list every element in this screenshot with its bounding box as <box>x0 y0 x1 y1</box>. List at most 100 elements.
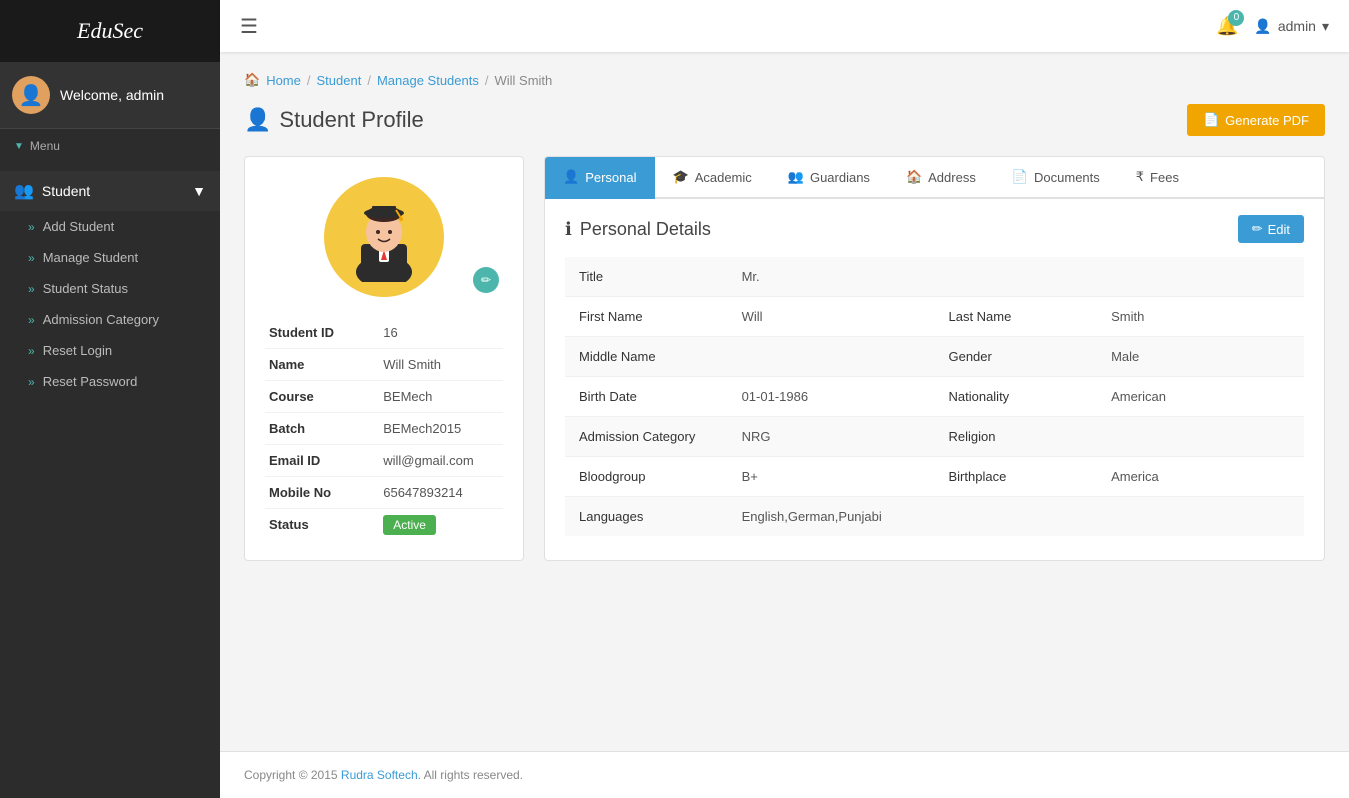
student-avatar-wrap: ✏ <box>265 177 503 297</box>
student-name-value: Will Smith <box>379 349 503 381</box>
status-badge: Active <box>383 515 436 535</box>
personal-details-header: ℹ Personal Details ✏ Edit <box>565 215 1304 243</box>
breadcrumb-manage[interactable]: Manage Students <box>377 73 479 88</box>
tab-fees[interactable]: ₹ Fees <box>1118 157 1197 199</box>
personal-details-content: ℹ Personal Details ✏ Edit Title <box>545 199 1324 552</box>
tab-guardians-label: Guardians <box>810 170 870 185</box>
field-value-birthplace: America <box>1097 457 1304 497</box>
bullet-icon: » <box>28 344 35 358</box>
table-row: Title Mr. <box>565 257 1304 297</box>
student-mobile-value: 65647893214 <box>379 477 503 509</box>
user-icon: 👤 <box>1254 18 1271 35</box>
field-label-firstname: First Name <box>565 297 728 337</box>
sidebar-item-reset-login[interactable]: » Reset Login <box>0 335 220 366</box>
edit-icon: ✏ <box>1252 221 1263 237</box>
field-value-title: Mr. <box>728 257 935 297</box>
personal-details-title-text: Personal Details <box>580 219 711 240</box>
student-info-table: Student ID 16 Name Will Smith Course BEM… <box>265 317 503 540</box>
breadcrumb-current: Will Smith <box>494 73 552 88</box>
tab-academic[interactable]: 🎓 Academic <box>655 157 770 199</box>
personal-icon: 👤 <box>563 169 579 185</box>
student-avatar-svg <box>339 192 429 282</box>
table-row: Middle Name Gender Male <box>565 337 1304 377</box>
notification-bell-button[interactable]: 🔔 0 <box>1216 16 1238 37</box>
generate-pdf-button[interactable]: 📄 Generate PDF <box>1187 104 1325 136</box>
app-logo: EduSec <box>0 0 220 62</box>
sidebar-item-manage-student[interactable]: » Manage Student <box>0 242 220 273</box>
student-section-label: Student <box>42 183 90 199</box>
student-mobile-label: Mobile No <box>265 477 379 509</box>
footer-copyright: Copyright © 2015 <box>244 768 338 782</box>
tab-documents-label: Documents <box>1034 170 1100 185</box>
main-area: ☰ 🔔 0 👤 admin ▾ 🏠 Home / Student / Manag… <box>220 0 1349 798</box>
footer-rights: All rights reserved. <box>424 768 523 782</box>
generate-pdf-label: Generate PDF <box>1225 113 1309 128</box>
sidebar-item-label: Admission Category <box>43 312 159 327</box>
tab-address[interactable]: 🏠 Address <box>888 157 994 199</box>
field-value-bloodgroup: B+ <box>728 457 935 497</box>
page-title-text: Student Profile <box>279 107 423 133</box>
student-avatar <box>324 177 444 297</box>
sidebar-item-add-student[interactable]: » Add Student <box>0 211 220 242</box>
table-row: Status Active <box>265 509 503 541</box>
field-value-religion <box>1097 417 1304 457</box>
footer-company-link[interactable]: Rudra Softech. <box>341 768 421 782</box>
sidebar-username: Welcome, admin <box>60 87 164 103</box>
academic-icon: 🎓 <box>673 169 689 185</box>
menu-label-text: Menu <box>30 139 60 153</box>
fees-icon: ₹ <box>1136 169 1144 185</box>
field-value-languages: English,German,Punjabi <box>728 497 1304 537</box>
breadcrumb-sep3: / <box>485 73 489 88</box>
bullet-icon: » <box>28 375 35 389</box>
sidebar-item-admission-category[interactable]: » Admission Category <box>0 304 220 335</box>
guardians-icon: 👥 <box>788 169 804 185</box>
field-value-admission-category: NRG <box>728 417 935 457</box>
field-label-religion: Religion <box>934 417 1097 457</box>
table-row: Languages English,German,Punjabi <box>565 497 1304 537</box>
sidebar-item-student-status[interactable]: » Student Status <box>0 273 220 304</box>
breadcrumb-sep1: / <box>307 73 311 88</box>
field-label-lastname: Last Name <box>934 297 1097 337</box>
hamburger-button[interactable]: ☰ <box>240 14 258 39</box>
admin-menu-button[interactable]: 👤 admin ▾ <box>1254 18 1329 35</box>
sidebar-item-reset-password[interactable]: » Reset Password <box>0 366 220 397</box>
tab-personal[interactable]: 👤 Personal <box>545 157 655 199</box>
documents-icon: 📄 <box>1012 169 1028 185</box>
edit-button[interactable]: ✏ Edit <box>1238 215 1304 243</box>
breadcrumb-student[interactable]: Student <box>317 73 362 88</box>
field-value-middlename <box>728 337 935 377</box>
tabs-bar: 👤 Personal 🎓 Academic 👥 Guardians 🏠 Addr… <box>545 157 1324 199</box>
student-batch-value: BEMech2015 <box>379 413 503 445</box>
tab-guardians[interactable]: 👥 Guardians <box>770 157 888 199</box>
page-header: 👤 Student Profile 📄 Generate PDF <box>244 104 1325 136</box>
sidebar-item-label: Student Status <box>43 281 128 296</box>
profile-section: ✏ Student ID 16 Name Will Smith Course B… <box>244 156 1325 561</box>
edit-label: Edit <box>1268 222 1290 237</box>
tab-documents[interactable]: 📄 Documents <box>994 157 1118 199</box>
student-email-label: Email ID <box>265 445 379 477</box>
footer: Copyright © 2015 Rudra Softech. All righ… <box>220 751 1349 798</box>
student-status-value: Active <box>379 509 503 541</box>
table-row: Student ID 16 <box>265 317 503 349</box>
sidebar-item-label: Manage Student <box>43 250 138 265</box>
details-panel: 👤 Personal 🎓 Academic 👥 Guardians 🏠 Addr… <box>544 156 1325 561</box>
notification-badge: 0 <box>1228 10 1244 26</box>
table-row: Batch BEMech2015 <box>265 413 503 445</box>
field-label-birthplace: Birthplace <box>934 457 1097 497</box>
field-label-empty1 <box>934 257 1097 297</box>
field-value-empty1 <box>1097 257 1304 297</box>
tab-academic-label: Academic <box>695 170 752 185</box>
info-icon: ℹ <box>565 219 572 240</box>
field-value-birthdate: 01-01-1986 <box>728 377 935 417</box>
breadcrumb-home[interactable]: Home <box>266 73 301 88</box>
personal-details-table: Title Mr. First Name Will Last Name Smit… <box>565 257 1304 536</box>
field-label-languages: Languages <box>565 497 728 537</box>
student-id-value: 16 <box>379 317 503 349</box>
table-row: Name Will Smith <box>265 349 503 381</box>
sidebar-item-label: Add Student <box>43 219 115 234</box>
chevron-down-icon: ▼ <box>192 183 206 199</box>
breadcrumb: 🏠 Home / Student / Manage Students / Wil… <box>244 72 1325 88</box>
topbar: ☰ 🔔 0 👤 admin ▾ <box>220 0 1349 52</box>
edit-avatar-button[interactable]: ✏ <box>473 267 499 293</box>
sidebar-student-header[interactable]: 👥 Student ▼ <box>0 171 220 211</box>
